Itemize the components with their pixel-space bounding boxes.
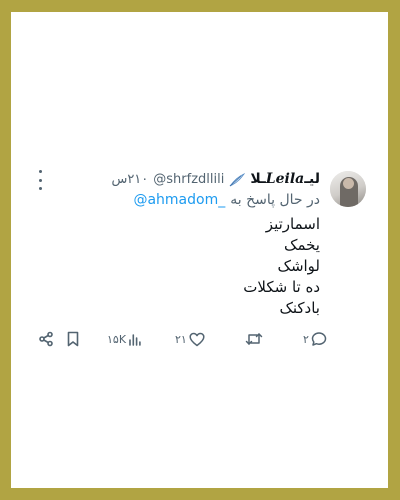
more-horizontal-icon[interactable] — [35, 170, 45, 190]
tweet[interactable]: لیـLeilaـلا @shrfzdllili ۲۱۰س در حال پاس… — [11, 12, 388, 488]
bookmark-icon — [66, 331, 80, 347]
like-button[interactable]: ۲۱ — [175, 328, 205, 350]
tweet-text-line: لواشک — [277, 257, 320, 275]
reply-count: ۲ — [303, 332, 309, 346]
tweet-card: لیـLeilaـلا @shrfzdllili ۲۱۰س در حال پاس… — [11, 12, 388, 488]
like-count: ۲۱ — [175, 332, 187, 346]
replying-to-label: در حال پاسخ به — [230, 192, 320, 208]
views-button[interactable]: ۱۵K — [107, 328, 142, 350]
user-handle[interactable]: @shrfzdllili — [153, 172, 224, 187]
retweet-button[interactable] — [245, 328, 265, 350]
share-nodes-icon — [38, 331, 54, 347]
tweet-text-line: ده تا شکلات — [243, 278, 320, 296]
display-name[interactable]: لیـLeilaـلا — [250, 171, 320, 187]
display-name-suffix: ـلا — [250, 171, 266, 187]
replying-to-line: در حال پاسخ به @ahmadom_ — [133, 192, 320, 208]
retweet-arrows-icon — [245, 331, 263, 347]
bookmark-button[interactable] — [66, 328, 80, 350]
tweet-actions-bar: ۱۵K ۲۱ ۲ — [11, 328, 388, 352]
speech-bubble-icon — [311, 331, 327, 347]
share-button[interactable] — [38, 328, 54, 350]
tweet-text: اسمارتیز یخمک لواشک ده تا شکلات بادکنک — [243, 214, 320, 319]
tweet-timestamp[interactable]: ۲۱۰س — [111, 172, 148, 187]
more-dot — [38, 178, 42, 182]
display-name-prefix: لیـ — [304, 171, 320, 187]
tweet-text-line: بادکنک — [279, 299, 320, 317]
heart-icon — [189, 332, 205, 347]
views-count: ۱۵K — [107, 332, 127, 346]
more-dot — [38, 170, 42, 173]
avatar-figure-head — [343, 178, 354, 189]
tweet-text-line: یخمک — [284, 236, 320, 254]
display-name-latin: Leila — [265, 171, 305, 187]
avatar[interactable] — [330, 171, 366, 207]
reply-mention-link[interactable]: @ahmadom_ — [133, 192, 225, 208]
bar-chart-icon — [128, 332, 142, 346]
feather-emoji-icon — [229, 172, 246, 187]
reply-button[interactable]: ۲ — [303, 328, 327, 350]
more-dot — [38, 187, 42, 190]
tweet-header: لیـLeilaـلا @shrfzdllili ۲۱۰س — [111, 169, 320, 189]
tweet-text-line: اسمارتیز — [265, 215, 320, 233]
